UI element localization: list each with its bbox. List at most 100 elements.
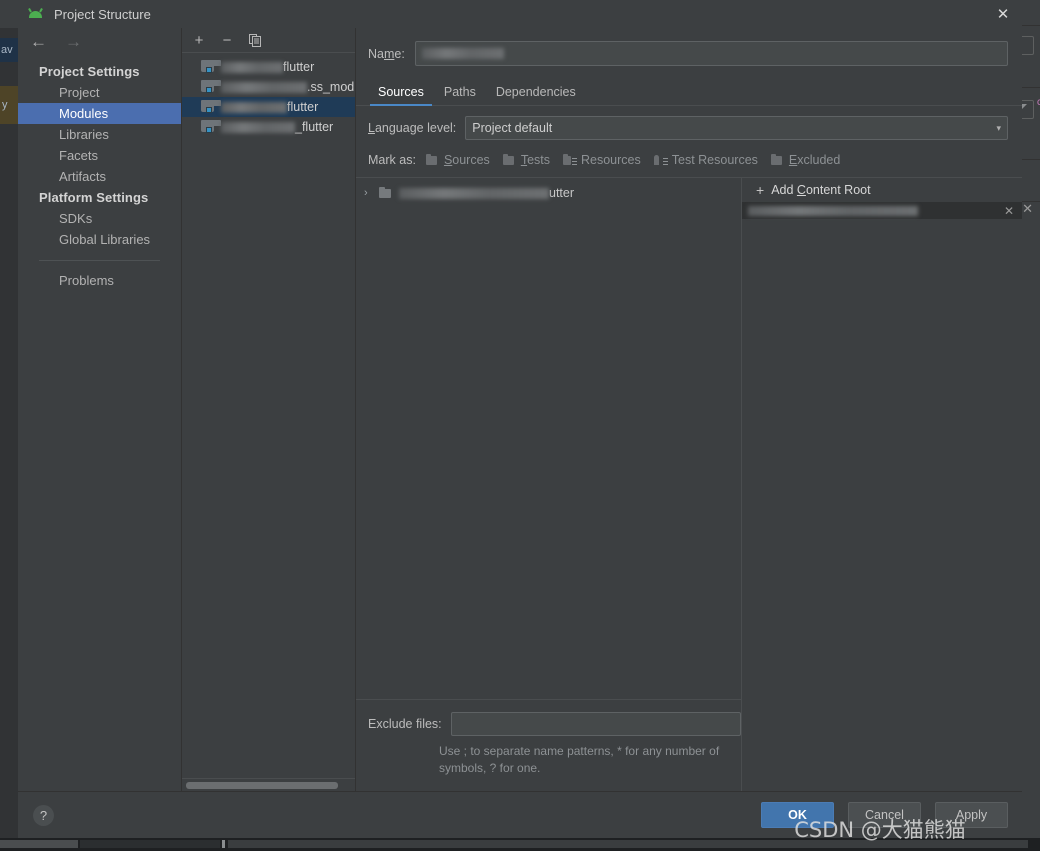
add-content-root-button[interactable]: + Add Content Root: [742, 178, 1022, 202]
content-root-entry-path: [748, 205, 918, 216]
module-folder-icon: [201, 80, 221, 94]
remove-module-icon[interactable]: −: [219, 32, 235, 48]
module-editor: Name: Sources Paths Dependencies Languag…: [356, 28, 1022, 791]
chevron-right-icon[interactable]: ›: [364, 187, 374, 199]
module-row-selected[interactable]: flutter: [182, 97, 355, 117]
editor-tabs: Sources Paths Dependencies: [356, 77, 1022, 106]
taskbar: [0, 838, 1040, 851]
content-root-entry[interactable]: ✕: [742, 202, 1022, 219]
tab-paths[interactable]: Paths: [434, 85, 486, 105]
cancel-button[interactable]: Cancel: [848, 802, 921, 828]
navigation-arrows: ← →: [18, 28, 181, 54]
mark-as-label: Mark as:: [368, 153, 416, 167]
close-icon[interactable]: ✕: [992, 5, 1014, 23]
module-name: flutter: [221, 60, 314, 74]
dialog-titlebar: Project Structure ✕: [18, 0, 1022, 28]
module-folder-icon: [201, 120, 221, 134]
module-list-panel: + − flutter .ss_mod flutter _flutter: [182, 28, 356, 791]
back-arrow-icon[interactable]: ←: [30, 33, 47, 50]
mark-as-test-resources-button[interactable]: Test Resources: [651, 152, 761, 168]
settings-sidebar: ← → Project Settings Project Modules Lib…: [18, 28, 182, 791]
add-module-icon[interactable]: +: [191, 32, 207, 48]
exclude-files-hint: Use ; to separate name patterns, * for a…: [439, 744, 720, 775]
content-root-path: utter: [399, 186, 574, 200]
mark-as-excluded-button[interactable]: Excluded: [768, 152, 843, 168]
module-name: _flutter: [221, 120, 333, 134]
sidebar-item-problems[interactable]: Problems: [18, 270, 181, 291]
project-structure-dialog: Project Structure ✕ ← → Project Settings…: [18, 0, 1022, 838]
module-name: flutter: [221, 100, 318, 114]
module-row[interactable]: .ss_modu: [182, 77, 355, 97]
plus-icon: +: [756, 182, 765, 198]
sidebar-item-facets[interactable]: Facets: [18, 145, 181, 166]
sources-split: › utter Exclude files: Use ; to separate…: [356, 177, 1022, 791]
mark-as-resources-button[interactable]: Resources: [560, 152, 644, 168]
language-level-select[interactable]: Project default ▾: [465, 116, 1008, 140]
mark-as-row: Mark as: Sources Tests Resources Test Re…: [356, 140, 1022, 168]
sidebar-group-platform-settings: Platform Settings: [39, 190, 149, 205]
folder-icon: [379, 187, 394, 199]
sidebar-group-project-settings: Project Settings: [39, 64, 140, 79]
sources-tree: › utter: [356, 178, 741, 699]
sidebar-divider: [39, 260, 160, 261]
mark-as-tests-button[interactable]: Tests: [500, 152, 553, 168]
tab-sources[interactable]: Sources: [368, 85, 434, 106]
language-level-value: Project default: [472, 121, 553, 135]
scrollbar-thumb[interactable]: [186, 782, 338, 789]
forward-arrow-icon[interactable]: →: [65, 33, 82, 50]
sidebar-item-artifacts[interactable]: Artifacts: [18, 166, 181, 187]
sidebar-item-modules[interactable]: Modules: [18, 103, 181, 124]
module-row[interactable]: _flutter: [182, 117, 355, 137]
taskbar-segment-2: [80, 840, 220, 848]
background-tab-secondary: y: [0, 86, 18, 124]
taskbar-caret: [222, 840, 225, 848]
module-list-scrollbar[interactable]: [182, 778, 355, 791]
android-studio-icon: [28, 6, 44, 22]
folder-resources-icon: [563, 154, 577, 166]
add-content-root-label: Add Content Root: [771, 183, 871, 197]
taskbar-segment-1: [0, 840, 78, 848]
module-name: .ss_modu: [221, 80, 355, 94]
module-tree: flutter .ss_modu flutter _flutter: [182, 53, 355, 778]
copy-module-icon[interactable]: [247, 32, 263, 48]
tab-dependencies[interactable]: Dependencies: [486, 85, 586, 105]
apply-button[interactable]: Apply: [935, 802, 1008, 828]
mark-as-sources-button[interactable]: Sources: [423, 152, 493, 168]
chevron-down-icon: ▾: [996, 122, 1001, 133]
taskbar-segment-3: [228, 840, 1028, 848]
content-roots-panel: + Add Content Root ✕: [742, 178, 1022, 791]
sidebar-item-libraries[interactable]: Libraries: [18, 124, 181, 145]
sidebar-item-global-libraries[interactable]: Global Libraries: [18, 229, 181, 250]
background-tab-java: av: [0, 38, 18, 62]
folder-test-resources-icon: [653, 154, 668, 166]
help-button[interactable]: ?: [33, 804, 54, 826]
background-left-strip: [0, 28, 18, 838]
remove-content-root-icon[interactable]: ✕: [1004, 205, 1014, 217]
folder-tests-icon: [502, 154, 517, 166]
module-row[interactable]: flutter: [182, 57, 355, 77]
exclude-files-row: Exclude files:: [368, 712, 741, 736]
exclude-files-input[interactable]: [450, 712, 741, 736]
content-root-tree-row[interactable]: › utter: [356, 183, 741, 203]
sidebar-item-project[interactable]: Project: [18, 82, 181, 103]
dialog-body: ← → Project Settings Project Modules Lib…: [18, 28, 1022, 791]
name-row: Name:: [356, 28, 1022, 66]
dialog-footer: ? OK Cancel Apply: [18, 791, 1022, 838]
name-label: Name:: [368, 46, 405, 61]
sources-tree-panel: › utter Exclude files: Use ; to separate…: [356, 178, 742, 791]
name-input[interactable]: [414, 41, 1008, 66]
sidebar-item-sdks[interactable]: SDKs: [18, 208, 181, 229]
background-close-icon[interactable]: ✕: [1022, 201, 1033, 217]
module-list-toolbar: + −: [182, 28, 355, 53]
exclude-files-label: Exclude files:: [368, 717, 442, 731]
module-folder-icon: [201, 60, 221, 74]
folder-sources-icon: [425, 154, 440, 166]
folder-excluded-icon: [770, 154, 785, 166]
ok-button[interactable]: OK: [761, 802, 834, 828]
language-level-label: Language level:: [368, 121, 457, 135]
dialog-title: Project Structure: [54, 6, 151, 22]
sidebar-list: Project Settings Project Modules Librari…: [18, 54, 181, 791]
language-level-row: Language level: Project default ▾: [356, 106, 1022, 140]
module-folder-icon: [201, 100, 221, 114]
exclude-files-area: Exclude files: Use ; to separate name pa…: [356, 699, 741, 791]
